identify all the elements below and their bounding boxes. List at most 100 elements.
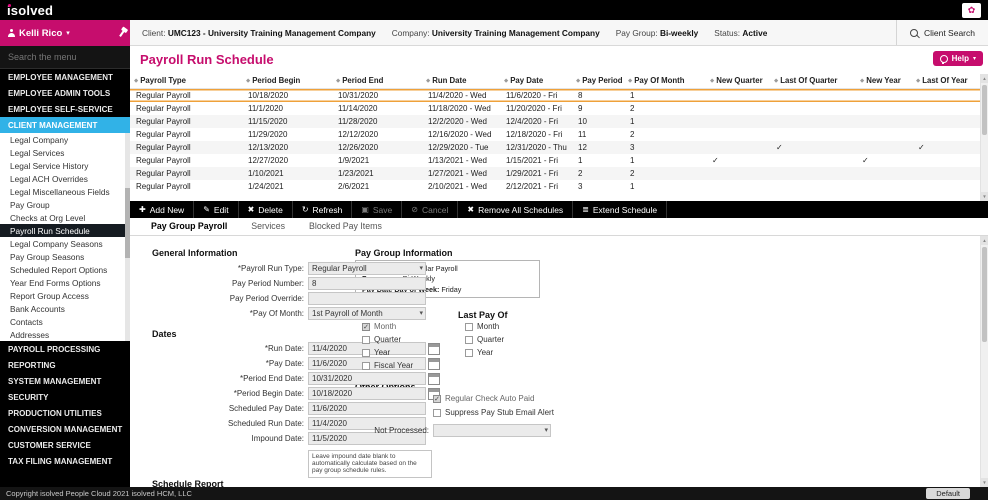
column-header-pay-period[interactable]: ◆Pay Period — [572, 74, 624, 89]
sidebar-item-payroll-run-schedule[interactable]: Payroll Run Schedule — [0, 224, 130, 237]
sidebar-section-customer-service[interactable]: CUSTOMER SERVICE — [0, 437, 130, 453]
first-pay-of-month-checkbox[interactable]: ✓Month — [362, 322, 396, 331]
add-new-button[interactable]: ✚Add New — [130, 201, 194, 218]
sidebar-item-bank-accounts[interactable]: Bank Accounts — [0, 302, 130, 315]
form-scrollbar[interactable]: ▲ ▼ — [980, 236, 988, 487]
sidebar-section-tax-filing-management[interactable]: TAX FILING MANAGEMENT — [0, 453, 130, 469]
schedule-row-0[interactable]: Regular Payroll10/18/202010/31/202011/4/… — [130, 89, 980, 103]
calendar-icon[interactable] — [428, 373, 440, 385]
tab-blocked-pay-items[interactable]: Blocked Pay Items — [298, 218, 393, 235]
tab-services[interactable]: Services — [240, 218, 296, 235]
menu-search-input[interactable] — [0, 46, 130, 69]
scroll-up-icon[interactable]: ▲ — [981, 236, 988, 245]
column-header-period-begin[interactable]: ◆Period Begin — [242, 74, 332, 89]
grid-scroll-thumb[interactable] — [982, 85, 987, 135]
schedule-row-6[interactable]: Regular Payroll1/10/20211/23/20211/27/20… — [130, 167, 980, 180]
sidebar-section-employee-self-service[interactable]: EMPLOYEE SELF-SERVICE — [0, 101, 130, 117]
scroll-up-icon[interactable]: ▲ — [981, 74, 988, 83]
first-pay-of-year-checkbox[interactable]: Year — [362, 348, 390, 357]
last-pay-of-year-checkbox[interactable]: Year — [465, 348, 493, 357]
sidebar-section-employee-admin-tools[interactable]: EMPLOYEE ADMIN TOOLS — [0, 85, 130, 101]
remove-all-schedules-button[interactable]: ✖Remove All Schedules — [458, 201, 573, 218]
field-pay-period-number-input[interactable]: 8 — [308, 277, 426, 290]
field-payroll-run-type-select[interactable]: Regular Payroll — [308, 262, 426, 275]
column-header-run-date[interactable]: ◆Run Date — [422, 74, 500, 89]
sidebar-item-legal-miscellaneous-fields[interactable]: Legal Miscellaneous Fields — [0, 185, 130, 198]
sidebar-item-pay-group-seasons[interactable]: Pay Group Seasons — [0, 250, 130, 263]
last-pay-of-quarter-checkbox[interactable]: Quarter — [465, 335, 504, 344]
sidebar-item-pay-group[interactable]: Pay Group — [0, 198, 130, 211]
user-menu[interactable]: Kelli Rico ▾ — [0, 20, 130, 46]
calendar-icon[interactable] — [428, 358, 440, 370]
sidebar-section-employee-management[interactable]: EMPLOYEE MANAGEMENT — [0, 69, 130, 85]
schedule-row-4[interactable]: Regular Payroll12/13/202012/26/202012/29… — [130, 141, 980, 154]
scroll-down-icon[interactable]: ▼ — [981, 192, 988, 201]
top-app-bar: isolved ✿ — [0, 0, 988, 20]
extend-schedule-button[interactable]: ≣Extend Schedule — [573, 201, 667, 218]
pin-icon[interactable] — [119, 30, 125, 37]
schedule-row-7[interactable]: Regular Payroll1/24/20212/6/20212/10/202… — [130, 180, 980, 193]
scroll-down-icon[interactable]: ▼ — [981, 478, 988, 487]
sidebar-item-legal-company-seasons[interactable]: Legal Company Seasons — [0, 237, 130, 250]
sidebar-section-system-management[interactable]: SYSTEM MANAGEMENT — [0, 373, 130, 389]
sidebar: EMPLOYEE MANAGEMENTEMPLOYEE ADMIN TOOLSE… — [0, 46, 130, 487]
sidebar-section-production-utilities[interactable]: PRODUCTION UTILITIES — [0, 405, 130, 421]
field-payroll-run-type: *Payroll Run Type:Regular Payroll — [152, 262, 426, 275]
grid-scrollbar[interactable]: ▲ ▼ — [980, 74, 988, 201]
column-header-new-year[interactable]: ◆New Year — [856, 74, 912, 89]
option-suppress-pay-stub-email-alert-checkbox[interactable]: Suppress Pay Stub Email Alert — [433, 408, 554, 417]
schedule-row-5[interactable]: Regular Payroll12/27/20201/9/20211/13/20… — [130, 154, 980, 167]
column-header-pay-of-month[interactable]: ◆Pay Of Month — [624, 74, 706, 89]
sidebar-section-client-management[interactable]: CLIENT MANAGEMENT — [0, 117, 130, 133]
cell: 12/27/2020 — [242, 154, 332, 167]
brand-flower-icon[interactable]: ✿ — [962, 3, 981, 18]
sidebar-item-year-end-forms-options[interactable]: Year End Forms Options — [0, 276, 130, 289]
sidebar-section-reporting[interactable]: REPORTING — [0, 357, 130, 373]
column-header-period-end[interactable]: ◆Period End — [332, 74, 422, 89]
sidebar-item-addresses[interactable]: Addresses — [0, 328, 130, 341]
tab-pay-group-payroll[interactable]: Pay Group Payroll — [140, 218, 238, 235]
column-header-last-of-quarter[interactable]: ◆Last Of Quarter — [770, 74, 856, 89]
column-header-payroll-type[interactable]: ◆Payroll Type — [130, 74, 242, 89]
edit-button[interactable]: ✎Edit — [194, 201, 238, 218]
sidebar-item-report-group-access[interactable]: Report Group Access — [0, 289, 130, 302]
sidebar-item-legal-service-history[interactable]: Legal Service History — [0, 159, 130, 172]
sidebar-section-payroll-processing[interactable]: PAYROLL PROCESSING — [0, 341, 130, 357]
column-header-new-quarter[interactable]: ◆New Quarter — [706, 74, 770, 89]
sidebar-item-scheduled-report-options[interactable]: Scheduled Report Options — [0, 263, 130, 276]
cell: ✓ — [770, 141, 856, 154]
schedule-row-2[interactable]: Regular Payroll11/15/202011/28/202012/2/… — [130, 115, 980, 128]
first-pay-of-fiscal-year-checkbox[interactable]: Fiscal Year — [362, 361, 413, 370]
delete-button[interactable]: ✖Delete — [239, 201, 293, 218]
calendar-icon[interactable] — [428, 343, 440, 355]
sidebar-item-legal-company[interactable]: Legal Company — [0, 133, 130, 146]
refresh-button[interactable]: ↻Refresh — [293, 201, 352, 218]
field-period-begin-date-label: *Period Begin Date: — [152, 389, 308, 398]
last-pay-of-month-checkbox[interactable]: Month — [465, 322, 499, 331]
schedule-row-1[interactable]: Regular Payroll11/1/202011/14/202011/18/… — [130, 102, 980, 115]
column-header-last-of-year[interactable]: ◆Last Of Year — [912, 74, 980, 89]
help-button[interactable]: Help ▾ — [933, 51, 983, 66]
field-pay-of-month-select[interactable]: 1st Payroll of Month — [308, 307, 426, 320]
sidebar-section-conversion-management[interactable]: CONVERSION MANAGEMENT — [0, 421, 130, 437]
field-period-begin-date-input[interactable]: 10/18/2020 — [308, 387, 426, 400]
sidebar-item-contacts[interactable]: Contacts — [0, 315, 130, 328]
field-not-processed-select[interactable] — [433, 424, 551, 437]
option-regular-check-auto-paid-checkbox[interactable]: ✓Regular Check Auto Paid — [433, 394, 534, 403]
profile-selector[interactable]: Default — [926, 488, 970, 499]
field-period-end-date-input[interactable]: 10/31/2020 — [308, 372, 426, 385]
sidebar-item-legal-ach-overrides[interactable]: Legal ACH Overrides — [0, 172, 130, 185]
first-pay-of-quarter-checkbox[interactable]: Quarter — [362, 335, 401, 344]
field-pay-period-override-input[interactable] — [308, 292, 426, 305]
client-search-button[interactable]: Client Search — [896, 20, 988, 45]
field-scheduled-pay-date-input[interactable]: 11/6/2020 — [308, 402, 426, 415]
sidebar-section-security[interactable]: SECURITY — [0, 389, 130, 405]
cell: 10/18/2020 — [242, 89, 332, 103]
sidebar-item-checks-at-org-level[interactable]: Checks at Org Level — [0, 211, 130, 224]
schedule-row-3[interactable]: Regular Payroll11/29/202012/12/202012/16… — [130, 128, 980, 141]
first-pay-of-quarter-label: Quarter — [374, 335, 401, 344]
column-header-pay-date[interactable]: ◆Pay Date — [500, 74, 572, 89]
company-label: Company: — [392, 28, 432, 38]
form-scroll-thumb[interactable] — [982, 247, 987, 342]
sidebar-item-legal-services[interactable]: Legal Services — [0, 146, 130, 159]
